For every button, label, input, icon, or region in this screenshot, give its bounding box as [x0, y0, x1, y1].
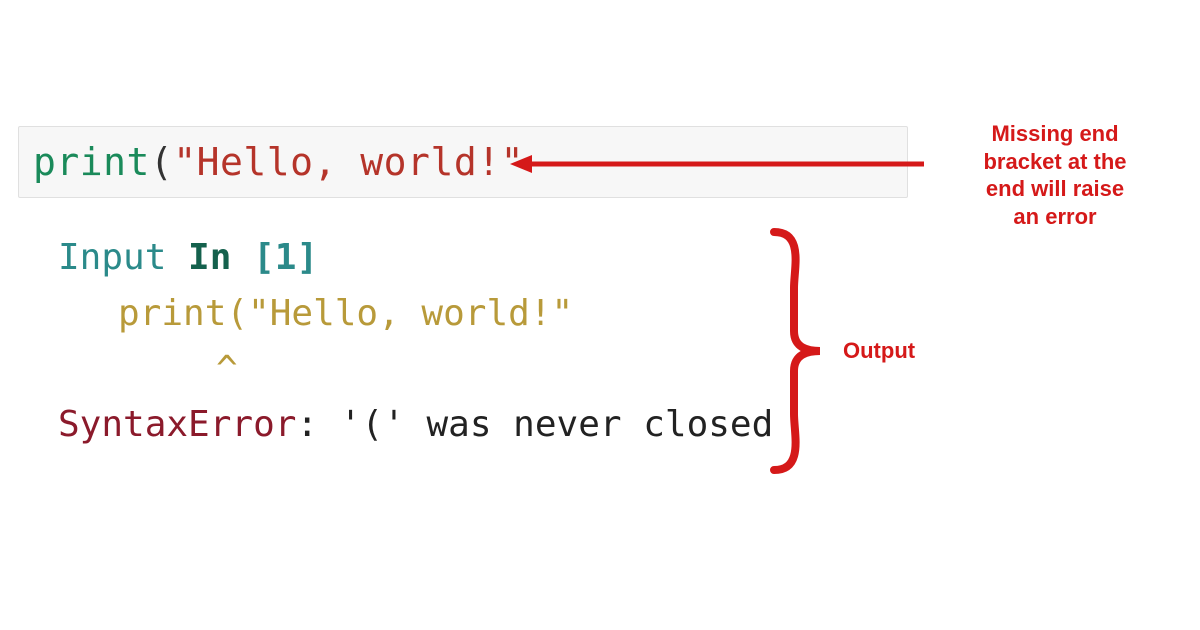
code-token-string: "Hello, world!" [173, 140, 524, 184]
output-bracket: [ [253, 237, 275, 278]
output-error-line: SyntaxError: '(' was never closed [58, 397, 773, 453]
annotation-line: bracket at the [930, 148, 1180, 176]
annotation-line: end will raise [930, 175, 1180, 203]
output-error-colon: : [296, 404, 339, 445]
curly-brace-icon [766, 228, 830, 474]
output-area: Input In [1] print("Hello, world!" ^ Syn… [58, 230, 773, 453]
output-prompt-line: Input In [1] [58, 230, 773, 286]
output-error-name: SyntaxError [58, 404, 296, 445]
code-token-paren: ( [150, 140, 173, 184]
output-input-label: Input [58, 237, 188, 278]
annotation-missing-bracket: Missing end bracket at the end will rais… [930, 120, 1180, 230]
output-cell-number: 1 [275, 237, 297, 278]
annotation-line: an error [930, 203, 1180, 231]
output-caret-marker: ^ [58, 342, 773, 398]
arrow-left-icon [510, 153, 924, 175]
output-bracket: ] [296, 237, 318, 278]
output-code-echo: print("Hello, world!" [58, 286, 773, 342]
output-error-message: '(' was never closed [340, 404, 773, 445]
code-line: print("Hello, world!" [33, 140, 524, 184]
annotation-line: Missing end [930, 120, 1180, 148]
annotation-output-label: Output [843, 338, 915, 364]
code-token-builtin: print [33, 140, 150, 184]
output-in-label: In [188, 237, 253, 278]
